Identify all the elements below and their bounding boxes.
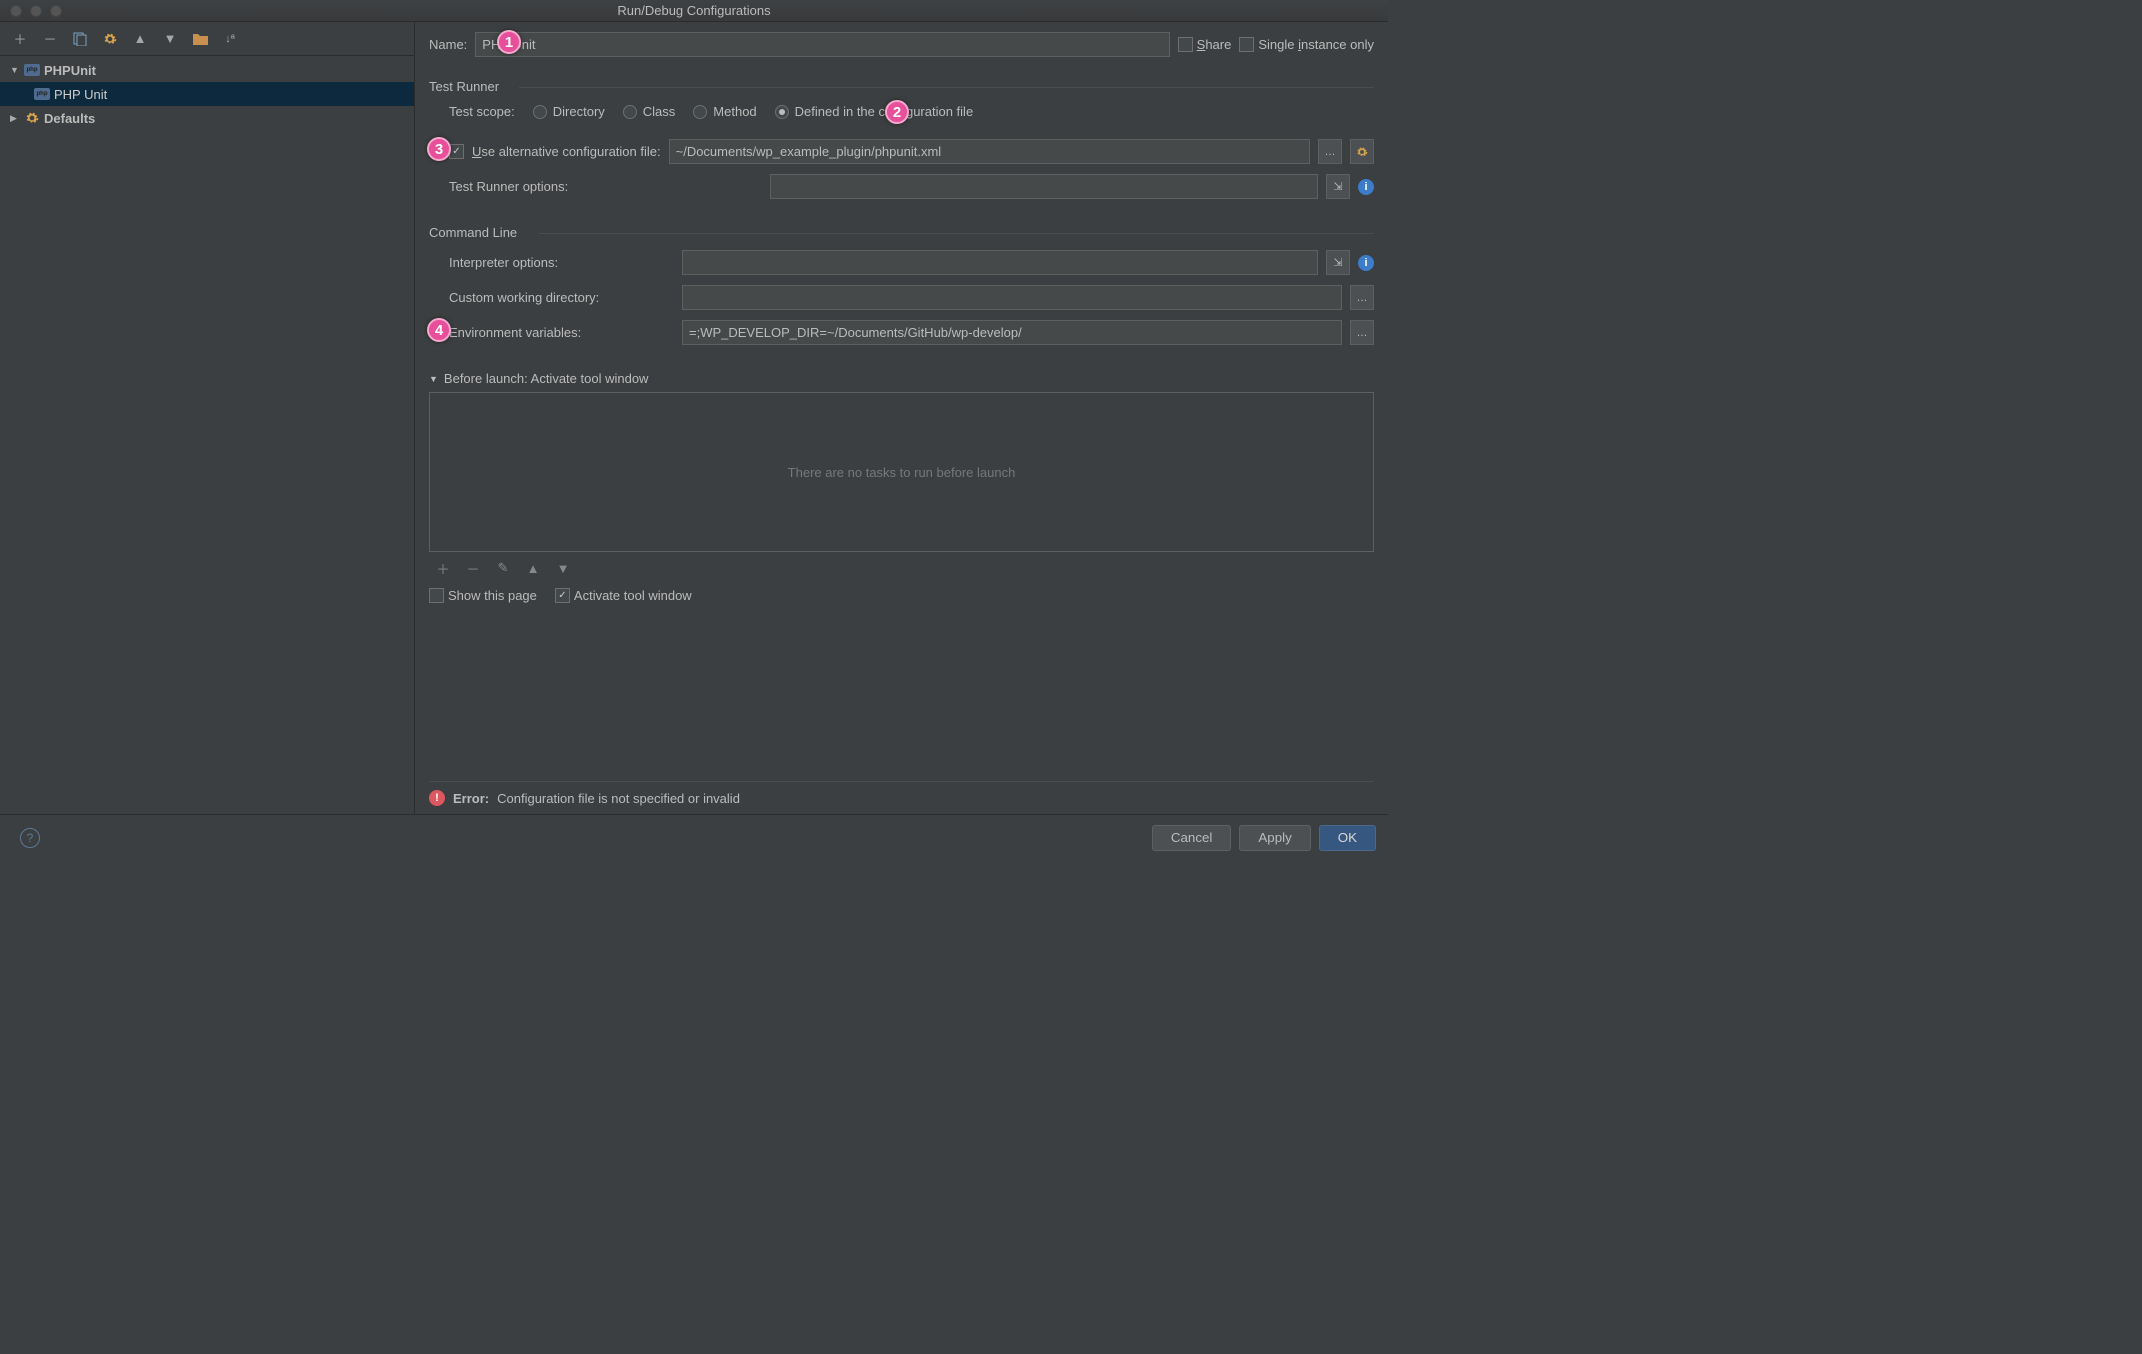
show-page-checkbox[interactable]: [429, 588, 444, 603]
zoom-window-icon[interactable]: [50, 5, 62, 17]
cancel-button[interactable]: Cancel: [1152, 825, 1232, 851]
info-icon[interactable]: i: [1358, 179, 1374, 195]
expand-button[interactable]: ⇲: [1326, 174, 1350, 199]
section-command-line: Command Line: [429, 225, 1374, 240]
activate-tool-label: Activate tool window: [574, 588, 692, 603]
edit-icon[interactable]: ✎: [493, 558, 513, 578]
folder-icon[interactable]: [190, 29, 210, 49]
help-button[interactable]: ?: [20, 828, 40, 848]
scope-class-radio[interactable]: Class: [623, 104, 676, 119]
runner-options-label: Test Runner options:: [449, 179, 594, 194]
env-vars-label: Environment variables:: [449, 325, 674, 340]
tree-label: PHP Unit: [54, 87, 107, 102]
scope-configfile-radio[interactable]: Defined in the configuration file: [775, 104, 974, 119]
gear-icon: [24, 110, 40, 126]
env-vars-input[interactable]: [682, 320, 1342, 345]
share-label: SSharehare: [1197, 37, 1232, 52]
php-icon: php: [34, 86, 50, 102]
copy-icon[interactable]: [70, 29, 90, 49]
move-down-icon[interactable]: ▼: [553, 558, 573, 578]
chevron-down-icon: ▼: [10, 65, 20, 75]
use-alt-config-label: Use alternative configuration file:Use a…: [472, 144, 661, 159]
before-launch-label: Before launch: Activate tool window: [444, 371, 649, 386]
close-window-icon[interactable]: [10, 5, 22, 17]
radio-label: Method: [713, 104, 756, 119]
name-label: Name:: [429, 37, 467, 52]
empty-text: There are no tasks to run before launch: [788, 465, 1016, 480]
scope-method-radio[interactable]: Method: [693, 104, 756, 119]
tree-label: PHPUnit: [44, 63, 96, 78]
tree-category-phpunit[interactable]: ▼ php PHPUnit: [0, 58, 414, 82]
apply-button[interactable]: Apply: [1239, 825, 1310, 851]
error-label: Error:: [453, 791, 489, 806]
minimize-window-icon[interactable]: [30, 5, 42, 17]
annotation-3: 3: [427, 137, 451, 161]
radio-label: Directory: [553, 104, 605, 119]
radio-label: Defined in the configuration file: [795, 104, 974, 119]
cwd-label: Custom working directory:: [449, 290, 674, 305]
info-icon[interactable]: i: [1358, 255, 1374, 271]
dialog-buttons: ? Cancel Apply OK: [0, 814, 1388, 860]
radio-label: Class: [643, 104, 676, 119]
config-wrench-icon[interactable]: [1350, 139, 1374, 164]
php-icon: php: [24, 62, 40, 78]
section-test-runner: Test Runner: [429, 79, 1374, 94]
chevron-right-icon: ▶: [10, 113, 20, 124]
window-title: Run/Debug Configurations: [617, 3, 770, 18]
sort-icon[interactable]: ↓ª: [220, 29, 240, 49]
ok-button[interactable]: OK: [1319, 825, 1376, 851]
browse-button[interactable]: …: [1350, 285, 1374, 310]
remove-icon[interactable]: －: [463, 558, 483, 578]
interpreter-options-input[interactable]: [682, 250, 1318, 275]
share-checkbox[interactable]: [1178, 37, 1193, 52]
settings-icon[interactable]: [100, 29, 120, 49]
sidebar: ＋ － ▲ ▼ ↓ª ▼ php PHPUnit php PHP Uni: [0, 22, 415, 814]
sidebar-toolbar: ＋ － ▲ ▼ ↓ª: [0, 22, 414, 56]
move-up-icon[interactable]: ▲: [130, 29, 150, 49]
move-up-icon[interactable]: ▲: [523, 558, 543, 578]
scope-directory-radio[interactable]: Directory: [533, 104, 605, 119]
config-form: Name: SSharehare Single instance onlySin…: [415, 22, 1388, 814]
add-icon[interactable]: ＋: [433, 558, 453, 578]
expand-button[interactable]: ⇲: [1326, 250, 1350, 275]
cwd-input[interactable]: [682, 285, 1342, 310]
single-instance-label: Single instance onlySingle instance only: [1258, 37, 1374, 52]
name-input[interactable]: [475, 32, 1169, 57]
show-page-label: Show this page: [448, 588, 537, 603]
error-message: Configuration file is not specified or i…: [497, 791, 740, 806]
activate-tool-checkbox[interactable]: [555, 588, 570, 603]
interpreter-options-label: Interpreter options:: [449, 255, 674, 270]
add-icon[interactable]: ＋: [10, 29, 30, 49]
error-icon: !: [429, 790, 445, 806]
alt-config-input[interactable]: [669, 139, 1310, 164]
config-tree: ▼ php PHPUnit php PHP Unit ▶ Defaults: [0, 56, 414, 814]
single-instance-checkbox[interactable]: [1239, 37, 1254, 52]
annotation-4: 4: [427, 318, 451, 342]
before-launch-list: There are no tasks to run before launch: [429, 392, 1374, 552]
browse-button[interactable]: …: [1318, 139, 1342, 164]
tree-item-phpunit-config[interactable]: php PHP Unit: [0, 82, 414, 106]
titlebar: Run/Debug Configurations: [0, 0, 1388, 22]
test-scope-label: Test scope:: [449, 104, 515, 119]
browse-button[interactable]: …: [1350, 320, 1374, 345]
remove-icon[interactable]: －: [40, 29, 60, 49]
use-alt-config-checkbox[interactable]: [449, 144, 464, 159]
runner-options-input[interactable]: [770, 174, 1318, 199]
tree-category-defaults[interactable]: ▶ Defaults: [0, 106, 414, 130]
move-down-icon[interactable]: ▼: [160, 29, 180, 49]
tree-label: Defaults: [44, 111, 95, 126]
chevron-down-icon[interactable]: ▼: [429, 374, 438, 384]
